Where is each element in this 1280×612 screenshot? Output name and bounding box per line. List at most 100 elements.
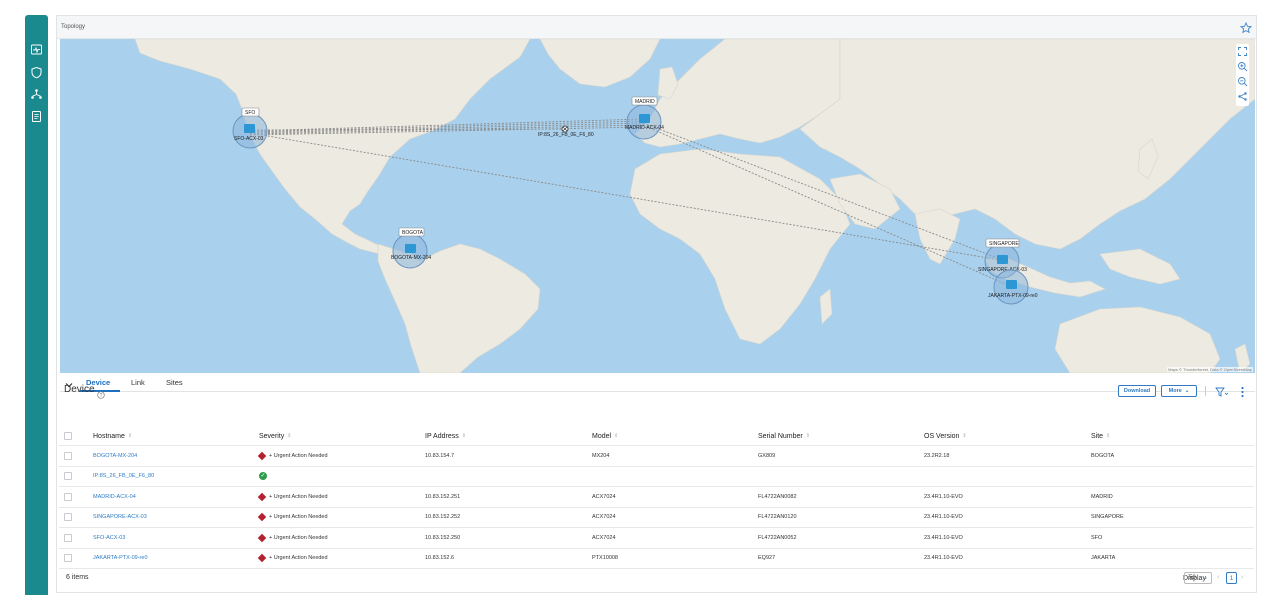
cell-serial-number: FL4722AN0120 (758, 514, 797, 521)
tab-sites[interactable]: Sites (166, 378, 183, 387)
column-header-model[interactable]: Model ⇕ (592, 427, 618, 445)
kebab-icon[interactable] (1240, 385, 1245, 398)
cell-serial-number: EQ927 (758, 555, 776, 562)
cell-serial-number: FL4722AN0082 (758, 493, 797, 500)
cell-severity: + Urgent Action Needed (257, 528, 328, 548)
column-header-site[interactable]: Site ⇕ (1091, 427, 1110, 445)
cell-hostname[interactable]: BOGOTA-MX-204 (93, 446, 137, 466)
site-tag-bogota: BOGOTA (402, 230, 424, 236)
row-checkbox[interactable] (64, 554, 72, 563)
zoom-out-icon[interactable] (1237, 76, 1248, 87)
cell-model: ACX7024 (592, 514, 616, 521)
next-page-icon[interactable]: › (1241, 574, 1243, 581)
cell-serial-number: GX809 (758, 452, 776, 459)
cell-model: PTX10008 (592, 555, 618, 562)
monitor-pulse-icon[interactable] (30, 43, 43, 56)
sort-icon: ⇕ (127, 433, 133, 439)
topology-map[interactable]: SFO SFO-ACX-03 MADRID MADRID-ACX-04 IP:8… (60, 39, 1255, 373)
cell-hostname[interactable]: IP:8S_26_FB_0E_F6_80 (93, 467, 154, 487)
fit-screen-icon[interactable] (1237, 46, 1248, 57)
svg-text:?: ? (100, 393, 103, 399)
world-map: SFO SFO-ACX-03 MADRID MADRID-ACX-04 IP:8… (134, 39, 1255, 373)
cell-site: MADRID (1091, 493, 1113, 500)
column-header-os-version[interactable]: OS Version ⇕ (924, 427, 967, 445)
urgent-diamond-icon (257, 554, 267, 563)
standalone-node-label: IP:8S_26_FB_0E_F6_80 (538, 132, 594, 138)
cell-ip-address: 10.83.152.250 (425, 534, 461, 541)
cell-ip-address: 10.83.152.252 (425, 514, 461, 521)
table-header-row: Hostname ⇕ Severity ⇕ IP Address ⇕ Model ⇕ S… (59, 427, 1254, 446)
prev-page-icon[interactable]: ‹ (1217, 574, 1219, 581)
table-row[interactable]: BOGOTA-MX-204 + Urgent Action Needed 10.83… (59, 446, 1254, 467)
table-row[interactable]: SFO-ACX-03 + Urgent Action Needed 10.83.15… (59, 528, 1254, 549)
hostname-link[interactable]: MADRID-ACX-04 (93, 494, 136, 500)
share-icon[interactable] (1237, 91, 1248, 102)
zoom-in-icon[interactable] (1237, 61, 1248, 72)
row-checkbox[interactable] (64, 513, 72, 522)
star-icon[interactable] (1239, 21, 1253, 34)
more-button-label: More (1168, 388, 1182, 394)
shield-icon[interactable] (30, 66, 43, 79)
cell-site: SINGAPORE (1091, 514, 1124, 521)
row-checkbox[interactable] (64, 451, 72, 460)
table-row[interactable]: JAKARTA-PTX-09-re0 + Urgent Action Needed… (59, 549, 1254, 569)
cell-os-version: 23.4R1.10-EVO (924, 514, 963, 521)
map-toolbar (1236, 44, 1249, 106)
cell-severity: + Urgent Action Needed (257, 487, 328, 507)
network-icon[interactable] (30, 88, 43, 101)
cell-hostname[interactable]: MADRID-ACX-04 (93, 487, 136, 507)
filter-icon[interactable] (1215, 385, 1229, 397)
sort-icon: ⇕ (287, 433, 292, 439)
sort-icon: ⇕ (461, 433, 466, 439)
cell-ip-address: 10.83.152.6 (425, 555, 455, 562)
severity-text: + Urgent Action Needed (269, 452, 328, 459)
cell-site: SFO (1091, 534, 1103, 541)
cell-ip-address: 10.83.154.7 (425, 452, 455, 459)
cell-site: JAKARTA (1091, 555, 1116, 562)
hostname-link[interactable]: BOGOTA-MX-204 (93, 453, 137, 459)
table-row[interactable]: MADRID-ACX-04 + Urgent Action Needed 10.83… (59, 487, 1254, 508)
table-row[interactable]: IP:8S_26_FB_0E_F6_80 ✓ (59, 467, 1254, 487)
table-row[interactable]: SINGAPORE-ACX-03 + Urgent Action Needed 10… (59, 508, 1254, 528)
left-rail (25, 15, 48, 595)
cell-hostname[interactable]: JAKARTA-PTX-09-re0 (93, 549, 148, 569)
column-header-serial-number[interactable]: Serial Number ⇕ (758, 427, 810, 445)
column-header-ip-address[interactable]: IP Address ⇕ (425, 427, 466, 445)
column-header-severity[interactable]: Severity ⇕ (259, 427, 292, 445)
cell-severity: + Urgent Action Needed (257, 549, 328, 569)
page-size-select[interactable]: 50 ⌄ (1184, 572, 1212, 584)
sort-icon: ⇕ (962, 433, 967, 439)
device-section-title: Device (64, 384, 95, 395)
select-all-checkbox[interactable] (64, 432, 72, 440)
hostname-link[interactable]: IP:8S_26_FB_0E_F6_80 (93, 473, 154, 479)
check-circle-icon: ✓ (259, 472, 267, 481)
hostname-link[interactable]: JAKARTA-PTX-09-re0 (93, 555, 148, 561)
cell-hostname[interactable]: SINGAPORE-ACX-03 (93, 508, 147, 528)
cell-model: ACX7024 (592, 534, 616, 541)
cell-hostname[interactable]: SFO-ACX-03 (93, 528, 125, 548)
help-icon[interactable]: ? (97, 386, 105, 399)
cell-site: BOGOTA (1091, 452, 1115, 459)
cell-severity: + Urgent Action Needed (257, 508, 328, 528)
row-checkbox[interactable] (64, 472, 72, 481)
sort-icon: ⇕ (1106, 433, 1111, 439)
page-size-value: 50 (1189, 575, 1196, 581)
current-page-button[interactable]: 1 (1226, 572, 1237, 584)
download-button[interactable]: Download (1118, 385, 1156, 397)
row-checkbox[interactable] (64, 492, 72, 501)
cell-model: ACX7024 (592, 493, 616, 500)
cell-os-version: 23.4R1.10-EVO (924, 534, 963, 541)
site-tag-sfo: SFO (245, 110, 255, 116)
sort-icon: ⇕ (614, 433, 619, 439)
hostname-link[interactable]: SFO-ACX-03 (93, 535, 125, 541)
tab-link[interactable]: Link (131, 378, 145, 387)
topology-title: Topology (61, 24, 86, 30)
column-header-hostname[interactable]: Hostname ⇕ (93, 427, 132, 445)
document-icon[interactable] (30, 110, 43, 123)
more-button[interactable]: More ⌄ (1161, 385, 1197, 397)
items-count: 6 items (66, 574, 89, 581)
hostname-link[interactable]: SINGAPORE-ACX-03 (93, 514, 147, 520)
tab-bar: Device Link Sites (60, 373, 1255, 392)
severity-text: + Urgent Action Needed (269, 514, 328, 521)
row-checkbox[interactable] (64, 533, 72, 542)
